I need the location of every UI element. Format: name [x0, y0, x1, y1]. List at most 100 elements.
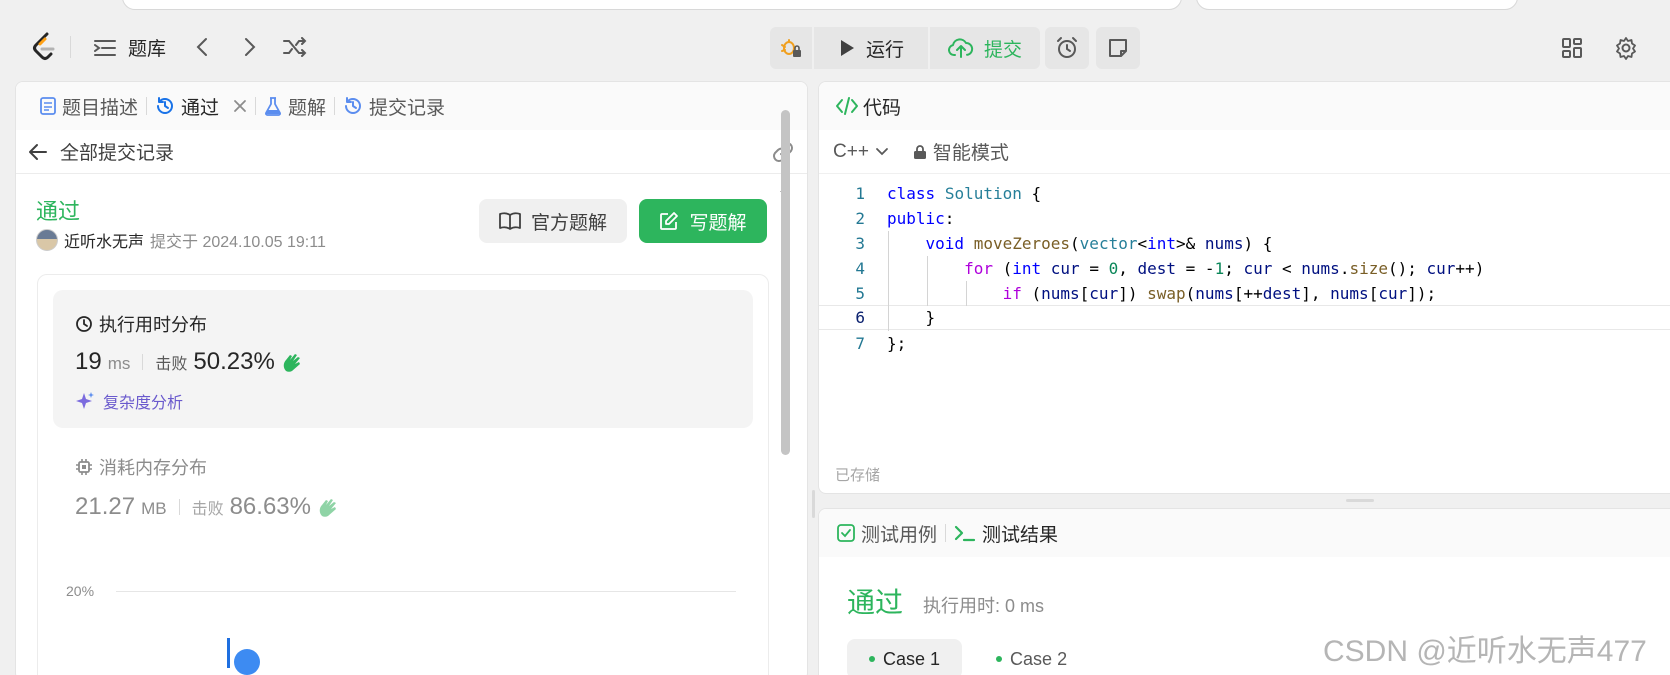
memory-beat-label: 击败 [191, 501, 224, 518]
tab-submissions[interactable]: 提交记录 [335, 93, 453, 120]
vertical-resize-handle[interactable] [812, 490, 815, 518]
book-open-icon [499, 212, 521, 230]
note-icon [1109, 39, 1127, 57]
clapping-hands-icon [319, 499, 336, 517]
code-icon [836, 97, 858, 115]
runtime-value: 19 [75, 348, 102, 375]
browser-search-bar[interactable] [1196, 0, 1518, 10]
code-line: 5 if (nums[cur]) swap(nums[++dest], nums… [819, 281, 1670, 306]
indent-guide [927, 256, 928, 306]
memory-title[interactable]: 消耗内存分布 [75, 454, 207, 480]
timer-button[interactable] [1045, 27, 1089, 69]
back-to-submissions[interactable]: 全部提交记录 [16, 130, 807, 174]
line-number: 1 [855, 184, 865, 203]
left-scrollbar-thumb[interactable] [781, 110, 790, 455]
play-icon [840, 40, 854, 56]
code-tab-label: 代码 [863, 97, 902, 119]
layout-grid-icon [1562, 38, 1582, 58]
line-number: 2 [855, 209, 865, 228]
cloud-upload-icon [948, 38, 974, 58]
case-tab-1[interactable]: Case 1 [847, 639, 963, 675]
tab-solutions-label: 题解 [288, 97, 327, 119]
memory-value: 21.27 [75, 493, 136, 520]
layout-button[interactable] [1560, 36, 1584, 60]
language-select[interactable]: C++ [833, 141, 869, 163]
smart-mode-toggle[interactable]: 智能模式 [933, 138, 1009, 165]
tab-test-cases[interactable]: 测试用例 [837, 520, 937, 547]
document-icon [40, 97, 56, 115]
shuffle-icon [283, 37, 307, 57]
history-icon [345, 97, 362, 114]
pass-dot-icon [996, 656, 1003, 662]
next-problem-button[interactable] [240, 36, 260, 58]
edit-icon [660, 212, 679, 230]
resize-handle[interactable] [1346, 499, 1374, 502]
code-line: 3 void moveZeroes(vector<int>& nums) { [819, 231, 1670, 256]
runtime-distribution[interactable]: 执行用时分布 19 ms 击败 50.23% 复杂度分析 [53, 290, 753, 428]
line-number: 7 [855, 334, 865, 353]
list-icon [94, 39, 116, 56]
horizontal-resizer[interactable] [818, 494, 1670, 508]
chevron-left-icon [196, 38, 207, 56]
line-number: 5 [855, 284, 865, 303]
watermark: CSDN @近听水无声477 [1323, 635, 1647, 668]
code-line: 2 public: [819, 206, 1670, 231]
tab-accepted[interactable]: 通过 [147, 93, 255, 120]
tab-code[interactable]: 代码 [819, 82, 1670, 130]
notes-button[interactable] [1096, 27, 1140, 69]
complexity-label: 复杂度分析 [103, 395, 184, 412]
case-tab-2[interactable]: Case 2 [974, 639, 1089, 675]
tab-test-cases-label: 测试用例 [861, 524, 938, 546]
code-editor[interactable]: 1 class Solution { 2 public: 3 void move… [819, 174, 1670, 454]
complexity-analysis-link[interactable]: 复杂度分析 [75, 389, 183, 413]
code-toolbar: C++ 智能模式 [819, 130, 1670, 174]
memory-metric: 21.27 MB 击败 86.63% [75, 493, 339, 521]
metric-separator [178, 499, 180, 515]
chip-icon [76, 459, 92, 475]
case-tabs: Case 1 Case 2 [847, 639, 1089, 675]
top-navbar: 题库 运行 提交 [0, 12, 1670, 84]
browser-address-bar[interactable] [122, 0, 1182, 10]
memory-title-text: 消耗内存分布 [99, 458, 207, 478]
runtime-title-text: 执行用时分布 [99, 315, 207, 335]
user-position-marker[interactable] [234, 649, 260, 675]
tab-description[interactable]: 题目描述 [32, 93, 146, 120]
indent-guide [888, 231, 889, 331]
runtime-beat-pct: 50.23% [193, 348, 275, 375]
write-solution-button[interactable]: 写题解 [639, 199, 767, 243]
gear-icon [1616, 37, 1636, 60]
saved-status: 已存储 [835, 467, 881, 484]
panel-tabs: 题目描述 通过 题解 提交记录 [16, 82, 807, 130]
avatar[interactable] [36, 229, 58, 251]
random-problem-button[interactable] [282, 36, 308, 58]
alarm-clock-icon [1057, 37, 1077, 58]
submission-time: 提交于 2024.10.05 19:11 [150, 234, 326, 251]
line-number: 6 [855, 308, 865, 327]
settings-button[interactable] [1614, 36, 1638, 60]
chevron-down-icon[interactable] [875, 147, 889, 157]
runtime-metric: 19 ms 击败 50.23% [75, 348, 303, 376]
lock-icon [913, 144, 926, 159]
indent-guide [966, 281, 967, 306]
official-solution-label: 官方题解 [530, 212, 607, 234]
run-button[interactable]: 运行 [814, 27, 928, 69]
debug-button[interactable] [770, 27, 812, 69]
leetcode-logo-icon[interactable] [32, 32, 58, 62]
submit-button[interactable]: 提交 [930, 27, 1040, 69]
tab-test-result[interactable]: 测试结果 [954, 520, 1058, 547]
pass-dot-icon [869, 656, 875, 662]
code-line: 4 for (int cur = 0, dest = -1; cur < num… [819, 256, 1670, 281]
submitter-name[interactable]: 近听水无声 [64, 228, 144, 252]
chevron-right-icon [245, 38, 256, 56]
prev-problem-button[interactable] [192, 36, 212, 58]
submit-label: 提交 [983, 39, 1022, 61]
code-line: 7 }; [819, 331, 1670, 356]
tab-solutions[interactable]: 题解 [256, 93, 334, 120]
chart-gridline [116, 591, 736, 592]
problem-bank-button[interactable]: 题库 [94, 34, 166, 61]
tab-description-label: 题目描述 [62, 97, 139, 119]
header-divider [70, 36, 71, 58]
official-solution-button[interactable]: 官方题解 [479, 199, 627, 243]
code-panel: 代码 C++ 智能模式 1 class Solution { 2 public:… [818, 81, 1670, 494]
close-icon[interactable] [233, 99, 247, 113]
